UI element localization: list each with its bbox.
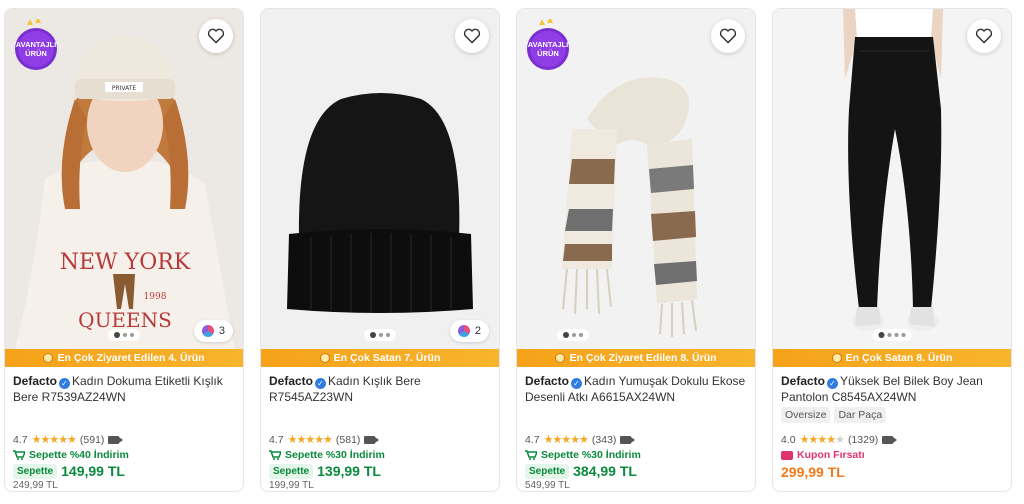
cart-icon (13, 450, 25, 460)
heart-icon (207, 28, 225, 44)
original-price: 199,99 TL (269, 480, 314, 491)
heart-icon (719, 28, 737, 44)
review-count: (1329) (847, 433, 879, 446)
favorite-button[interactable] (711, 19, 745, 53)
heart-icon (975, 28, 993, 44)
black-beanie-photo (261, 9, 499, 349)
coupon-icon (781, 450, 793, 460)
favorite-button[interactable] (455, 19, 489, 53)
star-rating: ★★★★★ (543, 434, 589, 446)
product-image[interactable]: AVANTAJLI ÜRÜN (517, 9, 755, 349)
star-rating: ★★★★★ (799, 434, 845, 446)
verified-icon: ✓ (571, 378, 583, 389)
brand-name: Defacto (13, 374, 58, 388)
bulb-icon (43, 353, 54, 363)
advantage-badge: AVANTAJLI ÜRÜN (525, 17, 571, 71)
verified-icon: ✓ (59, 378, 71, 389)
advantage-badge-text: AVANTAJLI ÜRÜN (15, 40, 57, 58)
image-carousel-dots[interactable] (364, 329, 396, 341)
verified-icon: ✓ (827, 378, 839, 389)
cart-price: 139,99 TL (317, 463, 381, 479)
cart-discount: Sepette %30 İndirim (269, 449, 385, 461)
favorite-button[interactable] (199, 19, 233, 53)
original-price: 549,99 TL (525, 480, 570, 491)
bulb-icon (555, 353, 566, 363)
heart-icon (463, 28, 481, 44)
black-jeans-photo (773, 9, 1011, 349)
product-price: 299,99 TL (781, 464, 845, 480)
image-carousel-dots[interactable] (872, 329, 912, 341)
product-card[interactable]: 2 En Çok Satan 7. Ürün Defacto ✓ Kadın Kış… (260, 8, 500, 492)
rating-row: 4.7 ★★★★★ (343) (525, 433, 636, 446)
review-count: (343) (591, 433, 617, 446)
product-card[interactable]: PRIVATE NEW YORK QUEENS 1998 AVANTAJLI Ü… (4, 8, 244, 492)
star-rating: ★★★★★ (31, 434, 77, 446)
video-icon (364, 435, 380, 444)
ranking-strip: En Çok Satan 8. Ürün (773, 349, 1011, 367)
cart-price: 384,99 TL (573, 463, 637, 479)
ranking-strip: En Çok Satan 7. Ürün (261, 349, 499, 367)
video-icon (882, 435, 898, 444)
cart-price-row: Sepette 149,99 TL (13, 463, 125, 479)
review-count: (591) (79, 433, 105, 446)
brand-name: Defacto (781, 374, 826, 388)
verified-icon: ✓ (315, 378, 327, 389)
svg-text:NEW YORK: NEW YORK (60, 250, 191, 275)
cart-price: 149,99 TL (61, 463, 125, 479)
product-card[interactable]: En Çok Satan 8. Ürün Defacto ✓ Yüksek Bel … (772, 8, 1012, 492)
color-variants[interactable]: 3 (193, 320, 233, 342)
video-icon (108, 435, 124, 444)
star-rating: ★★★★★ (287, 434, 333, 446)
bulb-icon (319, 353, 330, 363)
product-title[interactable]: Defacto ✓ Kadın Dokuma Etiketli Kışlık Ber… (13, 373, 235, 407)
product-image[interactable]: 2 (261, 9, 499, 349)
cart-discount: Sepette %40 İndirim (13, 449, 129, 461)
video-icon (620, 435, 636, 444)
svg-text:1998: 1998 (144, 292, 167, 302)
brand-name: Defacto (269, 374, 314, 388)
cart-price-row: Sepette 384,99 TL (525, 463, 637, 479)
favorite-button[interactable] (967, 19, 1001, 53)
product-image[interactable]: PRIVATE NEW YORK QUEENS 1998 AVANTAJLI Ü… (5, 9, 243, 349)
product-grid: PRIVATE NEW YORK QUEENS 1998 AVANTAJLI Ü… (0, 0, 1024, 504)
cart-icon (269, 450, 281, 460)
rating-row: 4.7 ★★★★★ (591) (13, 433, 124, 446)
product-tags: Oversize Dar Paça (781, 407, 1003, 423)
tag-dar-paca: Dar Paça (834, 407, 887, 423)
advantage-badge: AVANTAJLI ÜRÜN (13, 17, 59, 71)
image-carousel-dots[interactable] (108, 329, 140, 341)
rating-row: 4.0 ★★★★★ (1329) (781, 433, 898, 446)
tag-oversize: Oversize (781, 407, 831, 423)
review-count: (581) (335, 433, 361, 446)
product-title[interactable]: Defacto ✓ Yüksek Bel Bilek Boy Jean Pantol… (781, 373, 1003, 407)
product-image[interactable] (773, 9, 1011, 349)
rating-row: 4.7 ★★★★★ (581) (269, 433, 380, 446)
ranking-strip: En Çok Ziyaret Edilen 8. Ürün (517, 349, 755, 367)
product-card[interactable]: AVANTAJLI ÜRÜN En Çok Ziyaret Edilen 8. … (516, 8, 756, 492)
ranking-strip: En Çok Ziyaret Edilen 4. Ürün (5, 349, 243, 367)
cart-icon (525, 450, 537, 460)
advantage-badge-text: AVANTAJLI ÜRÜN (527, 40, 569, 58)
product-title[interactable]: Defacto ✓ Kadın Yumuşak Dokulu Ekose Desen… (525, 373, 747, 407)
color-variants-icon (457, 325, 470, 337)
svg-text:PRIVATE: PRIVATE (112, 85, 137, 92)
image-carousel-dots[interactable] (557, 329, 589, 341)
original-price: 249,99 TL (13, 480, 58, 491)
color-variants[interactable]: 2 (449, 320, 489, 342)
product-title[interactable]: Defacto ✓ Kadın Kışlık Bere R7545AZ23WN (269, 373, 491, 407)
cart-discount: Sepette %30 İndirim (525, 449, 641, 461)
cart-price-row: Sepette 139,99 TL (269, 463, 381, 479)
coupon-badge[interactable]: Kupon Fırsatı (781, 449, 865, 461)
bulb-icon (831, 353, 842, 363)
brand-name: Defacto (525, 374, 570, 388)
color-variants-icon (201, 325, 214, 337)
